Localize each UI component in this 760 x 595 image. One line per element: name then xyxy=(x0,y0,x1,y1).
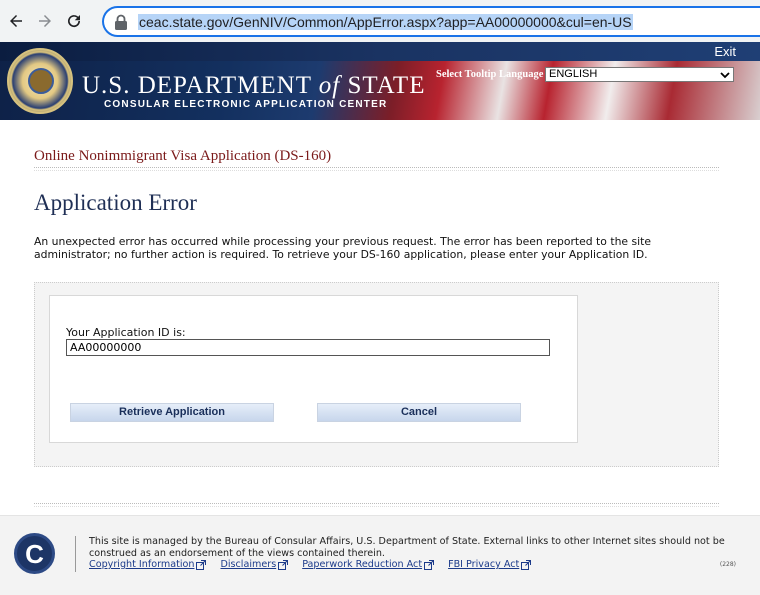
lock-icon xyxy=(115,14,127,30)
divider xyxy=(34,503,719,507)
exit-link[interactable]: Exit xyxy=(714,44,736,59)
external-link-icon xyxy=(196,559,207,570)
copyright-link[interactable]: Copyright Information xyxy=(89,559,207,570)
address-bar[interactable]: ceac.state.gov/GenNIV/Common/AppError.as… xyxy=(102,6,760,37)
back-button[interactable] xyxy=(3,8,29,34)
divider xyxy=(34,167,719,171)
department-seal-icon xyxy=(7,48,73,114)
external-link-icon xyxy=(278,559,289,570)
reload-icon xyxy=(68,15,81,28)
language-select[interactable]: ENGLISH xyxy=(545,67,734,82)
external-link-icon xyxy=(424,559,435,570)
retrieve-application-button[interactable]: Retrieve Application xyxy=(70,403,274,422)
language-selected: ENGLISH xyxy=(549,68,598,80)
footer-links: Copyright Information Disclaimers Paperw… xyxy=(89,559,532,570)
error-message: An unexpected error has occurred while p… xyxy=(34,235,651,261)
fbi-privacy-act-link[interactable]: FBI Privacy Act xyxy=(448,559,532,570)
application-id-input[interactable] xyxy=(66,339,550,356)
page-title: Application Error xyxy=(34,190,197,215)
department-title: U.S. DEPARTMENT of STATE xyxy=(82,72,426,99)
tooltip-language-label: Select Tooltip Language xyxy=(436,69,544,80)
browser-toolbar: ceac.state.gov/GenNIV/Common/AppError.as… xyxy=(0,0,760,42)
consular-affairs-logo-icon: C xyxy=(14,533,55,574)
forward-arrow-icon xyxy=(39,15,51,27)
version-number: (228) xyxy=(719,561,736,568)
url-text[interactable]: ceac.state.gov/GenNIV/Common/AppError.as… xyxy=(138,13,633,30)
external-link-icon xyxy=(521,559,532,570)
back-arrow-icon xyxy=(10,15,22,27)
footer-separator xyxy=(75,536,76,572)
header-top-strip xyxy=(0,42,760,61)
department-subtitle: CONSULAR ELECTRONIC APPLICATION CENTER xyxy=(104,99,388,110)
cancel-button[interactable]: Cancel xyxy=(317,403,521,422)
application-title: Online Nonimmigrant Visa Application (DS… xyxy=(34,148,332,164)
disclaimers-link[interactable]: Disclaimers xyxy=(220,559,289,570)
forward-button[interactable] xyxy=(32,8,58,34)
application-id-label: Your Application ID is: xyxy=(66,326,186,339)
reload-button[interactable] xyxy=(61,8,87,34)
site-header: Exit U.S. DEPARTMENT of STATE CONSULAR E… xyxy=(0,42,760,120)
paperwork-reduction-act-link[interactable]: Paperwork Reduction Act xyxy=(302,559,435,570)
chevron-down-icon xyxy=(720,72,730,79)
footer-disclaimer-text: This site is managed by the Bureau of Co… xyxy=(89,536,725,559)
